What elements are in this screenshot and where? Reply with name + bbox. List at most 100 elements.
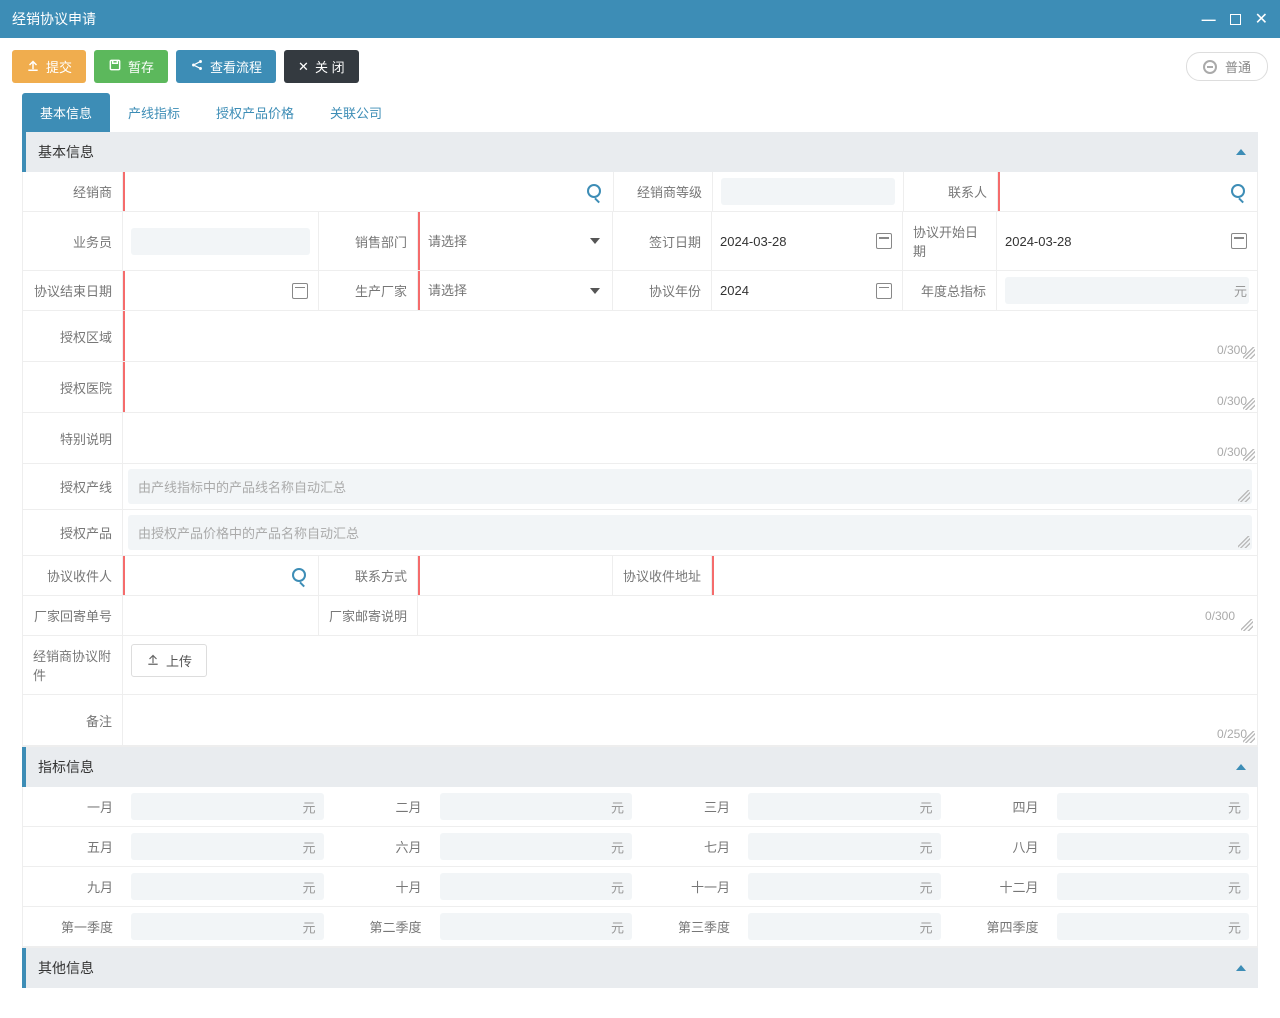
window-controls: — ✕ [1202,9,1268,29]
label-auth-line: 授权产线 [23,464,123,509]
agree-year-input[interactable] [712,271,902,310]
label-sign-date: 签订日期 [612,212,712,270]
label-month-5: 五月 [23,827,123,866]
tab-line-metrics[interactable]: 产线指标 [110,93,198,132]
chevron-down-icon [590,288,600,294]
agree-end-input[interactable] [125,271,318,310]
calendar-icon[interactable] [876,283,892,299]
dealer-input[interactable] [125,172,613,211]
tabbar: 基本信息 产线指标 授权产品价格 关联公司 [22,93,1258,132]
label-remark: 备注 [23,695,123,745]
titlebar: 经销协议申请 — ✕ [0,0,1280,38]
auth-line-textarea: 由产线指标中的产品线名称自动汇总 [128,469,1252,504]
resize-grip-icon[interactable] [1243,347,1255,359]
label-contact-way: 联系方式 [318,556,418,595]
return-no-input[interactable] [123,596,318,635]
label-q1: 第一季度 [23,907,123,946]
label-recipient: 协议收件人 [23,556,123,595]
label-dealer: 经销商 [23,172,123,211]
priority-icon [1203,60,1217,74]
q4-input[interactable]: 元 [1049,907,1258,946]
month-2-input[interactable]: 元 [432,787,641,826]
label-q2: 第二季度 [332,907,432,946]
recipient-input[interactable] [125,556,318,595]
tab-basic[interactable]: 基本信息 [22,93,110,132]
month-9-input[interactable]: 元 [123,867,332,906]
search-icon[interactable] [292,568,308,584]
month-6-input[interactable]: 元 [432,827,641,866]
label-month-8: 八月 [949,827,1049,866]
recv-address-input[interactable] [714,556,1257,595]
close-icon[interactable]: ✕ [1255,9,1268,29]
upload-button[interactable]: 上传 [131,644,207,677]
window-title: 经销协议申请 [12,9,1202,29]
collapse-basic-icon[interactable] [1236,149,1246,155]
auth-hospital-textarea[interactable]: 0/300 [125,362,1257,412]
tab-auth-prices[interactable]: 授权产品价格 [198,93,312,132]
manufacturer-select[interactable] [420,271,612,310]
section-header-other: 其他信息 [22,948,1258,988]
label-salesman: 业务员 [23,212,123,270]
q3-input[interactable]: 元 [740,907,949,946]
resize-grip-icon [1238,490,1250,502]
contact-way-input[interactable] [420,556,612,595]
month-10-input[interactable]: 元 [432,867,641,906]
q2-input[interactable]: 元 [432,907,641,946]
char-counter: 0/300 [1205,609,1235,623]
search-icon[interactable] [1231,184,1247,200]
month-12-input[interactable]: 元 [1049,867,1258,906]
remark-textarea[interactable]: 0/250 [123,695,1257,745]
submit-button[interactable]: 提交 [12,50,86,83]
resize-grip-icon[interactable] [1243,731,1255,743]
month-4-input[interactable]: 元 [1049,787,1258,826]
x-icon: ✕ [298,59,309,75]
calendar-icon[interactable] [1231,233,1247,249]
month-5-input[interactable]: 元 [123,827,332,866]
calendar-icon[interactable] [876,233,892,249]
collapse-other-icon[interactable] [1236,965,1246,971]
sales-dept-select[interactable] [420,212,612,270]
label-attachment: 经销商协议附件 [23,636,123,694]
label-month-4: 四月 [949,787,1049,826]
panel-metric: 一月元 二月元 三月元 四月元 五月元 六月元 七月元 八月元 九月元 十月元 … [22,787,1258,948]
label-month-2: 二月 [332,787,432,826]
save-icon [108,58,122,75]
resize-grip-icon[interactable] [1241,619,1253,631]
resize-grip-icon[interactable] [1243,449,1255,461]
save-button[interactable]: 暂存 [94,50,168,83]
month-11-input[interactable]: 元 [740,867,949,906]
label-agree-start: 协议开始日期 [902,212,997,270]
label-month-7: 七月 [640,827,740,866]
panel-basic: 经销商 经销商等级 联系人 业务员 销售部门 [22,172,1258,747]
chevron-down-icon [590,238,600,244]
month-3-input[interactable]: 元 [740,787,949,826]
minimize-icon[interactable]: — [1202,11,1216,27]
view-flow-button[interactable]: 查看流程 [176,50,276,83]
search-icon[interactable] [587,184,603,200]
q1-input[interactable]: 元 [123,907,332,946]
label-auth-region: 授权区域 [23,311,123,361]
dealer-level-input [713,172,903,211]
maximize-icon[interactable] [1230,14,1241,25]
special-note-textarea[interactable]: 0/300 [123,413,1257,463]
collapse-metric-icon[interactable] [1236,764,1246,770]
section-header-metric: 指标信息 [22,747,1258,787]
label-month-6: 六月 [332,827,432,866]
tab-related-company[interactable]: 关联公司 [312,93,400,132]
close-button[interactable]: ✕ 关 闭 [284,50,359,83]
agree-start-input[interactable] [997,212,1257,270]
resize-grip-icon[interactable] [1243,398,1255,410]
auth-region-textarea[interactable]: 0/300 [125,311,1257,361]
sign-date-input[interactable] [712,212,902,270]
contact-input[interactable] [1000,172,1257,211]
label-agree-year: 协议年份 [612,271,712,310]
month-1-input[interactable]: 元 [123,787,332,826]
month-7-input[interactable]: 元 [740,827,949,866]
calendar-icon[interactable] [292,283,308,299]
label-manufacturer: 生产厂家 [318,271,418,310]
mail-note-input[interactable]: 0/300 [418,596,1257,635]
label-month-10: 十月 [332,867,432,906]
month-8-input[interactable]: 元 [1049,827,1258,866]
priority-selector[interactable]: 普通 [1186,52,1268,81]
toolbar: 提交 暂存 查看流程 ✕ 关 闭 普通 [0,38,1280,93]
